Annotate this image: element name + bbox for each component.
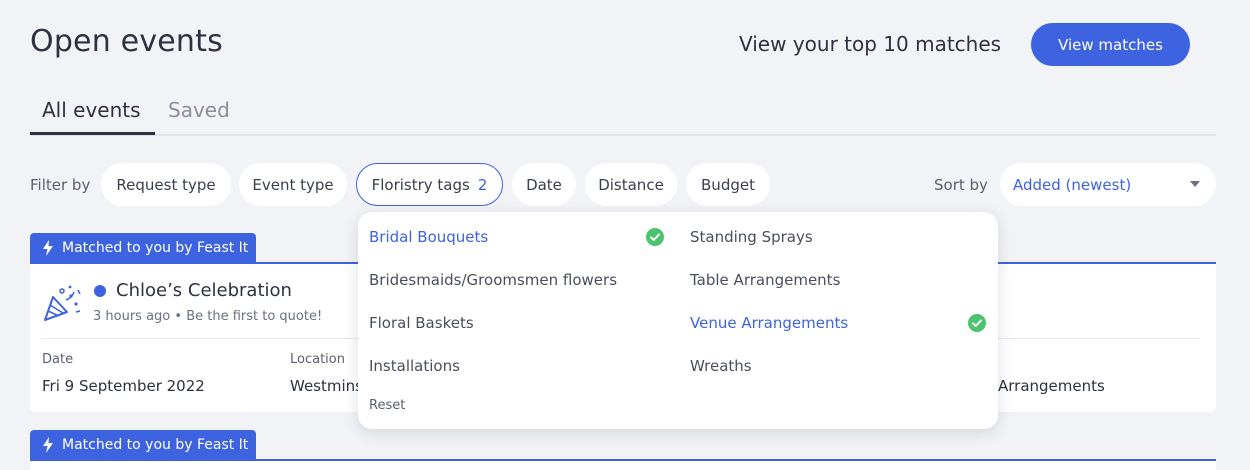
event-name[interactable]: Chloe’s Celebration bbox=[116, 280, 292, 301]
match-badge: Matched to you by Feast It bbox=[30, 233, 256, 263]
filter-event-type-label: Event type bbox=[252, 175, 334, 194]
filter-floristry-tags-count: 2 bbox=[477, 175, 488, 194]
event-card[interactable] bbox=[30, 461, 1216, 470]
sort-select-value: Added (newest) bbox=[1013, 176, 1132, 194]
tag-option-table-arrangements[interactable]: Table Arrangements bbox=[690, 271, 840, 289]
filter-by-label: Filter by bbox=[30, 176, 91, 194]
tabs: All events Saved bbox=[30, 96, 1216, 136]
tags-value: Arrangements bbox=[998, 377, 1105, 395]
lightning-bolt-icon bbox=[43, 437, 53, 453]
party-popper-icon bbox=[44, 285, 81, 321]
filter-floristry-tags-label: Floristry tags bbox=[371, 175, 470, 194]
match-badge-label: Matched to you by Feast It bbox=[62, 437, 249, 453]
match-badge: Matched to you by Feast It bbox=[30, 430, 256, 460]
check-circle-icon bbox=[646, 228, 664, 246]
view-matches-button[interactable]: View matches bbox=[1031, 23, 1190, 66]
active-tab-underline bbox=[30, 132, 155, 135]
match-badge-label: Matched to you by Feast It bbox=[62, 240, 249, 256]
date-label: Date bbox=[42, 352, 74, 367]
status-dot bbox=[94, 285, 106, 297]
top-matches-text: View your top 10 matches bbox=[739, 32, 1002, 56]
tag-option-installations[interactable]: Installations bbox=[369, 357, 460, 375]
filter-date[interactable]: Date bbox=[512, 163, 576, 206]
tag-option-wreaths[interactable]: Wreaths bbox=[690, 357, 752, 375]
event-meta: 3 hours ago • Be the first to quote! bbox=[93, 309, 323, 324]
sort-select[interactable]: Added (newest) bbox=[1000, 163, 1216, 206]
location-label: Location bbox=[290, 352, 345, 367]
filter-request-type-label: Request type bbox=[116, 175, 216, 194]
tag-option-bridesmaids-groomsmen[interactable]: Bridesmaids/Groomsmen flowers bbox=[369, 271, 617, 289]
lightning-bolt-icon bbox=[43, 240, 53, 256]
filter-budget[interactable]: Budget bbox=[686, 163, 770, 206]
check-circle-icon bbox=[968, 314, 986, 332]
date-value: Fri 9 September 2022 bbox=[42, 377, 205, 395]
filter-request-type[interactable]: Request type bbox=[101, 163, 231, 206]
page: Open events View your top 10 matches Vie… bbox=[0, 0, 1250, 470]
chevron-down-icon bbox=[1190, 181, 1200, 187]
tab-saved[interactable]: Saved bbox=[168, 98, 230, 122]
tag-option-floral-baskets[interactable]: Floral Baskets bbox=[369, 314, 474, 332]
filter-budget-label: Budget bbox=[701, 175, 755, 194]
filter-distance-label: Distance bbox=[598, 175, 664, 194]
filter-floristry-tags[interactable]: Floristry tags 2 bbox=[356, 163, 503, 206]
reset-button[interactable]: Reset bbox=[369, 398, 405, 413]
sort-by-label: Sort by bbox=[934, 176, 988, 194]
filter-date-label: Date bbox=[526, 175, 562, 194]
page-title: Open events bbox=[30, 24, 223, 59]
floristry-tags-dropdown: Bridal Bouquets Bridesmaids/Groomsmen fl… bbox=[358, 212, 998, 429]
filter-event-type[interactable]: Event type bbox=[239, 163, 347, 206]
filter-distance[interactable]: Distance bbox=[585, 163, 677, 206]
tag-option-venue-arrangements[interactable]: Venue Arrangements bbox=[690, 314, 848, 332]
tag-option-bridal-bouquets[interactable]: Bridal Bouquets bbox=[369, 228, 488, 246]
tag-option-standing-sprays[interactable]: Standing Sprays bbox=[690, 228, 813, 246]
tab-all-events[interactable]: All events bbox=[42, 98, 141, 122]
